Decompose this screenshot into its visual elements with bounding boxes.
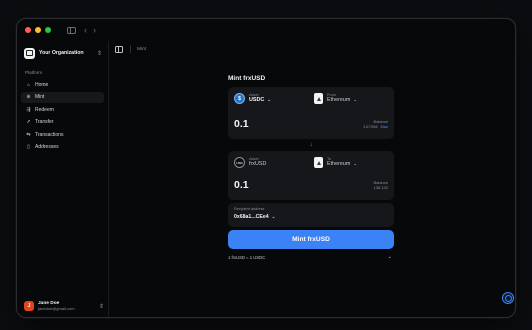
mint-panel: Mint frxUSD $ Asset USDC ⌄ From Ethereum…: [228, 75, 394, 260]
titlebar: ‹ ›: [17, 19, 515, 41]
sidebar-item-mint[interactable]: ⊕ Mint: [21, 91, 104, 103]
from-balance: Balance 1.67008 Max: [363, 119, 388, 129]
from-amount-input[interactable]: 0.1: [234, 118, 249, 130]
header-bar: Mint: [109, 41, 515, 57]
avatar: J: [24, 301, 34, 311]
network-value: Ethereum ⌄: [327, 97, 357, 103]
chevron-down-icon: ⌄: [271, 214, 276, 219]
chevron-down-icon: ⌄: [353, 161, 358, 167]
network-value-text: Ethereum: [327, 97, 351, 104]
user-menu[interactable]: J Jane Doe janedoe@gmail.com ⇕: [24, 301, 104, 311]
from-network-select[interactable]: From Ethereum ⌄: [314, 93, 357, 104]
divider: [130, 45, 131, 53]
help-chat-icon[interactable]: [502, 292, 514, 304]
minimize-window-button[interactable]: [35, 27, 41, 33]
network-value: Ethereum ⌄: [327, 161, 357, 167]
org-logo-icon: [24, 47, 35, 59]
main-content: Mint Mint frxUSD $ Asset USDC ⌄ From Eth…: [109, 41, 515, 317]
from-asset-select[interactable]: $ Asset USDC ⌄: [234, 93, 271, 104]
balance-value: 1.67008: [362, 124, 378, 129]
maximize-window-button[interactable]: [45, 27, 51, 33]
org-name: Your Organization: [39, 50, 84, 56]
chevron-left-icon[interactable]: ‹: [84, 25, 87, 35]
usdc-coin-icon: $: [234, 93, 245, 104]
sidebar-item-addresses[interactable]: ▯ Addresses: [21, 142, 104, 153]
sidebar-toggle-icon[interactable]: [67, 26, 76, 34]
sidebar-item-transfer[interactable]: ➚ Transfer: [21, 117, 104, 128]
sidebar-item-transactions[interactable]: ⇆ Transactions: [21, 129, 104, 140]
exchange-rate: 1 frxUSD = 1 USDC: [228, 254, 266, 260]
recipient-address[interactable]: 0x68a1...CEe4 ⌄: [234, 214, 275, 220]
to-amount: 0.1: [234, 179, 249, 191]
sidebar-item-redeem[interactable]: ⇶ Redeem: [21, 104, 104, 115]
network-value-text: Ethereum: [327, 161, 351, 168]
sidebar-item-label: Home: [35, 81, 49, 88]
asset-value: USDC ⌄: [249, 97, 271, 103]
asset-value: frxUSD: [249, 161, 267, 168]
to-asset-select[interactable]: USD Asset frxUSD: [234, 157, 266, 168]
addresses-icon: ▯: [27, 144, 30, 150]
mint-icon: ⊕: [26, 94, 31, 100]
to-balance: Balance 138.132: [374, 180, 388, 190]
sidebar-item-label: Transactions: [35, 131, 64, 138]
user-email: janedoe@gmail.com: [38, 306, 75, 311]
chevron-right-icon[interactable]: ›: [93, 25, 96, 35]
sidebar-item-home[interactable]: ⌂ Home: [21, 79, 104, 90]
chevron-up-down-icon: ⇕: [96, 50, 102, 57]
from-card: $ Asset USDC ⌄ From Ethereum ⌄ 0.1 Balan…: [228, 87, 394, 139]
send-icon: ➚: [26, 119, 31, 125]
redeem-icon: ⇶: [26, 106, 31, 113]
page-title: Mint frxUSD: [228, 75, 266, 82]
chevron-down-icon: ⌄: [387, 254, 392, 260]
breadcrumb: Mint: [137, 46, 147, 52]
transactions-icon: ⇆: [26, 131, 31, 138]
to-card: USD Asset frxUSD To Ethereum ⌄ 0.1 Balan…: [228, 151, 394, 200]
frxusd-coin-icon: USD: [234, 157, 245, 168]
max-button[interactable]: Max: [380, 124, 388, 129]
sidebar-item-label: Transfer: [35, 119, 54, 125]
arrow-down-icon[interactable]: ↓: [228, 139, 394, 151]
chevron-down-icon: ⌄: [353, 97, 358, 103]
ethereum-icon: [314, 93, 323, 104]
close-window-button[interactable]: [25, 27, 31, 33]
recipient-address-text: 0x68a1...CEe4: [234, 214, 269, 220]
chevron-up-down-icon: ⇕: [98, 303, 104, 310]
chevron-down-icon: ⌄: [267, 97, 272, 103]
to-network-select[interactable]: To Ethereum ⌄: [314, 157, 357, 168]
org-switcher[interactable]: Your Organization ⇕: [17, 44, 108, 62]
recipient-label: Recipient address: [234, 207, 265, 211]
asset-value-text: USDC: [249, 97, 265, 104]
app-window: ‹ › Your Organization ⇕ Platform ⌂ Home …: [16, 18, 516, 318]
home-icon: ⌂: [26, 81, 31, 88]
ethereum-icon: [314, 157, 323, 168]
mint-button[interactable]: Mint frxUSD: [228, 230, 394, 249]
recipient-card[interactable]: Recipient address 0x68a1...CEe4 ⌄: [228, 203, 394, 227]
sidebar-panel-icon[interactable]: [115, 45, 123, 53]
nav-section-label: Platform: [25, 70, 43, 75]
sidebar: Your Organization ⇕ Platform ⌂ Home ⊕ Mi…: [17, 41, 109, 317]
balance-value: 138.132: [373, 185, 388, 190]
sidebar-item-label: Addresses: [35, 144, 59, 150]
rate-row[interactable]: 1 frxUSD = 1 USDC ⌄: [228, 254, 394, 260]
sidebar-item-label: Redeem: [35, 106, 54, 113]
sidebar-item-label: Mint: [35, 94, 45, 100]
